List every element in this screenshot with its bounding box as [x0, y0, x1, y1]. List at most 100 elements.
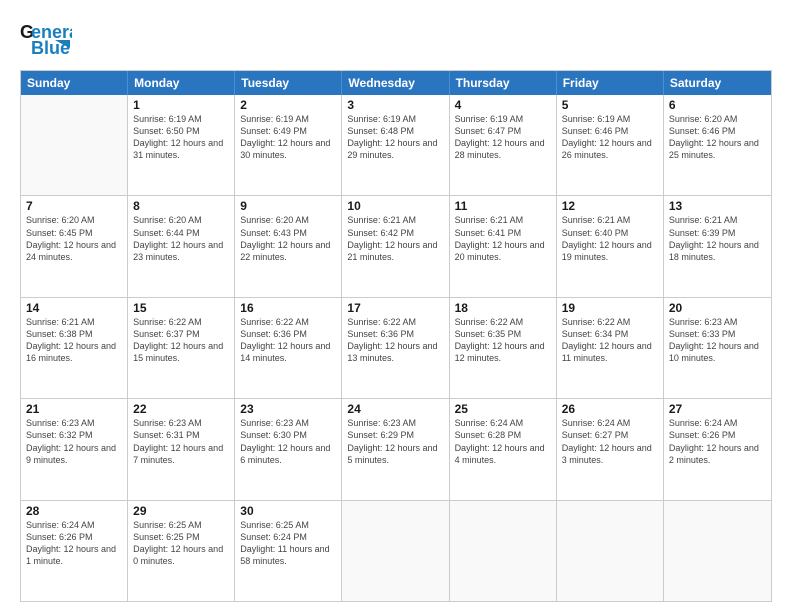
header-day-monday: Monday	[128, 71, 235, 95]
calendar-cell: 2Sunrise: 6:19 AMSunset: 6:49 PMDaylight…	[235, 95, 342, 195]
day-info: Sunrise: 6:20 AMSunset: 6:46 PMDaylight:…	[669, 113, 766, 162]
day-info: Sunrise: 6:25 AMSunset: 6:25 PMDaylight:…	[133, 519, 229, 568]
calendar-cell: 4Sunrise: 6:19 AMSunset: 6:47 PMDaylight…	[450, 95, 557, 195]
calendar-cell: 1Sunrise: 6:19 AMSunset: 6:50 PMDaylight…	[128, 95, 235, 195]
day-number: 7	[26, 199, 122, 213]
calendar-cell: 10Sunrise: 6:21 AMSunset: 6:42 PMDayligh…	[342, 196, 449, 296]
day-info: Sunrise: 6:24 AMSunset: 6:26 PMDaylight:…	[669, 417, 766, 466]
day-number: 9	[240, 199, 336, 213]
calendar-week-1: 1Sunrise: 6:19 AMSunset: 6:50 PMDaylight…	[21, 95, 771, 196]
day-info: Sunrise: 6:24 AMSunset: 6:27 PMDaylight:…	[562, 417, 658, 466]
day-info: Sunrise: 6:23 AMSunset: 6:32 PMDaylight:…	[26, 417, 122, 466]
calendar-cell: 13Sunrise: 6:21 AMSunset: 6:39 PMDayligh…	[664, 196, 771, 296]
day-info: Sunrise: 6:23 AMSunset: 6:33 PMDaylight:…	[669, 316, 766, 365]
day-info: Sunrise: 6:22 AMSunset: 6:36 PMDaylight:…	[240, 316, 336, 365]
header-day-tuesday: Tuesday	[235, 71, 342, 95]
day-info: Sunrise: 6:19 AMSunset: 6:49 PMDaylight:…	[240, 113, 336, 162]
day-info: Sunrise: 6:23 AMSunset: 6:30 PMDaylight:…	[240, 417, 336, 466]
day-info: Sunrise: 6:24 AMSunset: 6:26 PMDaylight:…	[26, 519, 122, 568]
day-number: 5	[562, 98, 658, 112]
calendar-cell: 9Sunrise: 6:20 AMSunset: 6:43 PMDaylight…	[235, 196, 342, 296]
day-number: 13	[669, 199, 766, 213]
calendar-week-5: 28Sunrise: 6:24 AMSunset: 6:26 PMDayligh…	[21, 501, 771, 601]
day-number: 23	[240, 402, 336, 416]
calendar-cell: 6Sunrise: 6:20 AMSunset: 6:46 PMDaylight…	[664, 95, 771, 195]
day-info: Sunrise: 6:21 AMSunset: 6:40 PMDaylight:…	[562, 214, 658, 263]
day-info: Sunrise: 6:22 AMSunset: 6:37 PMDaylight:…	[133, 316, 229, 365]
calendar-cell: 18Sunrise: 6:22 AMSunset: 6:35 PMDayligh…	[450, 298, 557, 398]
day-number: 17	[347, 301, 443, 315]
day-info: Sunrise: 6:20 AMSunset: 6:44 PMDaylight:…	[133, 214, 229, 263]
calendar-cell: 7Sunrise: 6:20 AMSunset: 6:45 PMDaylight…	[21, 196, 128, 296]
day-number: 16	[240, 301, 336, 315]
logo: G eneral Blue	[20, 18, 72, 60]
calendar-cell: 19Sunrise: 6:22 AMSunset: 6:34 PMDayligh…	[557, 298, 664, 398]
calendar: SundayMondayTuesdayWednesdayThursdayFrid…	[20, 70, 772, 602]
calendar-cell: 11Sunrise: 6:21 AMSunset: 6:41 PMDayligh…	[450, 196, 557, 296]
day-info: Sunrise: 6:24 AMSunset: 6:28 PMDaylight:…	[455, 417, 551, 466]
day-number: 21	[26, 402, 122, 416]
calendar-cell	[342, 501, 449, 601]
calendar-body: 1Sunrise: 6:19 AMSunset: 6:50 PMDaylight…	[21, 95, 771, 601]
calendar-week-2: 7Sunrise: 6:20 AMSunset: 6:45 PMDaylight…	[21, 196, 771, 297]
calendar-cell: 22Sunrise: 6:23 AMSunset: 6:31 PMDayligh…	[128, 399, 235, 499]
calendar-header: SundayMondayTuesdayWednesdayThursdayFrid…	[21, 71, 771, 95]
day-number: 27	[669, 402, 766, 416]
calendar-cell: 12Sunrise: 6:21 AMSunset: 6:40 PMDayligh…	[557, 196, 664, 296]
day-number: 10	[347, 199, 443, 213]
calendar-cell: 16Sunrise: 6:22 AMSunset: 6:36 PMDayligh…	[235, 298, 342, 398]
header-day-wednesday: Wednesday	[342, 71, 449, 95]
calendar-cell: 20Sunrise: 6:23 AMSunset: 6:33 PMDayligh…	[664, 298, 771, 398]
day-number: 4	[455, 98, 551, 112]
calendar-cell: 27Sunrise: 6:24 AMSunset: 6:26 PMDayligh…	[664, 399, 771, 499]
day-number: 30	[240, 504, 336, 518]
svg-text:Blue: Blue	[31, 38, 70, 58]
calendar-cell: 23Sunrise: 6:23 AMSunset: 6:30 PMDayligh…	[235, 399, 342, 499]
calendar-cell	[664, 501, 771, 601]
day-info: Sunrise: 6:21 AMSunset: 6:41 PMDaylight:…	[455, 214, 551, 263]
day-info: Sunrise: 6:23 AMSunset: 6:31 PMDaylight:…	[133, 417, 229, 466]
day-number: 29	[133, 504, 229, 518]
day-number: 15	[133, 301, 229, 315]
day-number: 8	[133, 199, 229, 213]
day-number: 3	[347, 98, 443, 112]
day-info: Sunrise: 6:19 AMSunset: 6:46 PMDaylight:…	[562, 113, 658, 162]
calendar-cell: 14Sunrise: 6:21 AMSunset: 6:38 PMDayligh…	[21, 298, 128, 398]
calendar-cell: 3Sunrise: 6:19 AMSunset: 6:48 PMDaylight…	[342, 95, 449, 195]
calendar-cell	[21, 95, 128, 195]
calendar-week-4: 21Sunrise: 6:23 AMSunset: 6:32 PMDayligh…	[21, 399, 771, 500]
day-number: 12	[562, 199, 658, 213]
day-info: Sunrise: 6:22 AMSunset: 6:34 PMDaylight:…	[562, 316, 658, 365]
day-info: Sunrise: 6:23 AMSunset: 6:29 PMDaylight:…	[347, 417, 443, 466]
calendar-cell: 28Sunrise: 6:24 AMSunset: 6:26 PMDayligh…	[21, 501, 128, 601]
header: G eneral Blue	[20, 18, 772, 60]
day-info: Sunrise: 6:21 AMSunset: 6:39 PMDaylight:…	[669, 214, 766, 263]
day-number: 26	[562, 402, 658, 416]
calendar-page: G eneral Blue SundayMondayTuesdayWednesd…	[0, 0, 792, 612]
calendar-cell: 25Sunrise: 6:24 AMSunset: 6:28 PMDayligh…	[450, 399, 557, 499]
calendar-cell: 29Sunrise: 6:25 AMSunset: 6:25 PMDayligh…	[128, 501, 235, 601]
calendar-cell: 21Sunrise: 6:23 AMSunset: 6:32 PMDayligh…	[21, 399, 128, 499]
day-number: 6	[669, 98, 766, 112]
day-number: 19	[562, 301, 658, 315]
calendar-cell: 24Sunrise: 6:23 AMSunset: 6:29 PMDayligh…	[342, 399, 449, 499]
calendar-cell: 8Sunrise: 6:20 AMSunset: 6:44 PMDaylight…	[128, 196, 235, 296]
day-number: 25	[455, 402, 551, 416]
header-day-sunday: Sunday	[21, 71, 128, 95]
day-info: Sunrise: 6:19 AMSunset: 6:50 PMDaylight:…	[133, 113, 229, 162]
calendar-cell: 5Sunrise: 6:19 AMSunset: 6:46 PMDaylight…	[557, 95, 664, 195]
day-info: Sunrise: 6:19 AMSunset: 6:48 PMDaylight:…	[347, 113, 443, 162]
day-number: 11	[455, 199, 551, 213]
day-number: 18	[455, 301, 551, 315]
day-info: Sunrise: 6:22 AMSunset: 6:35 PMDaylight:…	[455, 316, 551, 365]
day-info: Sunrise: 6:22 AMSunset: 6:36 PMDaylight:…	[347, 316, 443, 365]
day-info: Sunrise: 6:21 AMSunset: 6:42 PMDaylight:…	[347, 214, 443, 263]
calendar-week-3: 14Sunrise: 6:21 AMSunset: 6:38 PMDayligh…	[21, 298, 771, 399]
day-number: 28	[26, 504, 122, 518]
day-number: 20	[669, 301, 766, 315]
header-day-saturday: Saturday	[664, 71, 771, 95]
day-number: 1	[133, 98, 229, 112]
calendar-cell: 15Sunrise: 6:22 AMSunset: 6:37 PMDayligh…	[128, 298, 235, 398]
day-info: Sunrise: 6:19 AMSunset: 6:47 PMDaylight:…	[455, 113, 551, 162]
calendar-cell: 17Sunrise: 6:22 AMSunset: 6:36 PMDayligh…	[342, 298, 449, 398]
